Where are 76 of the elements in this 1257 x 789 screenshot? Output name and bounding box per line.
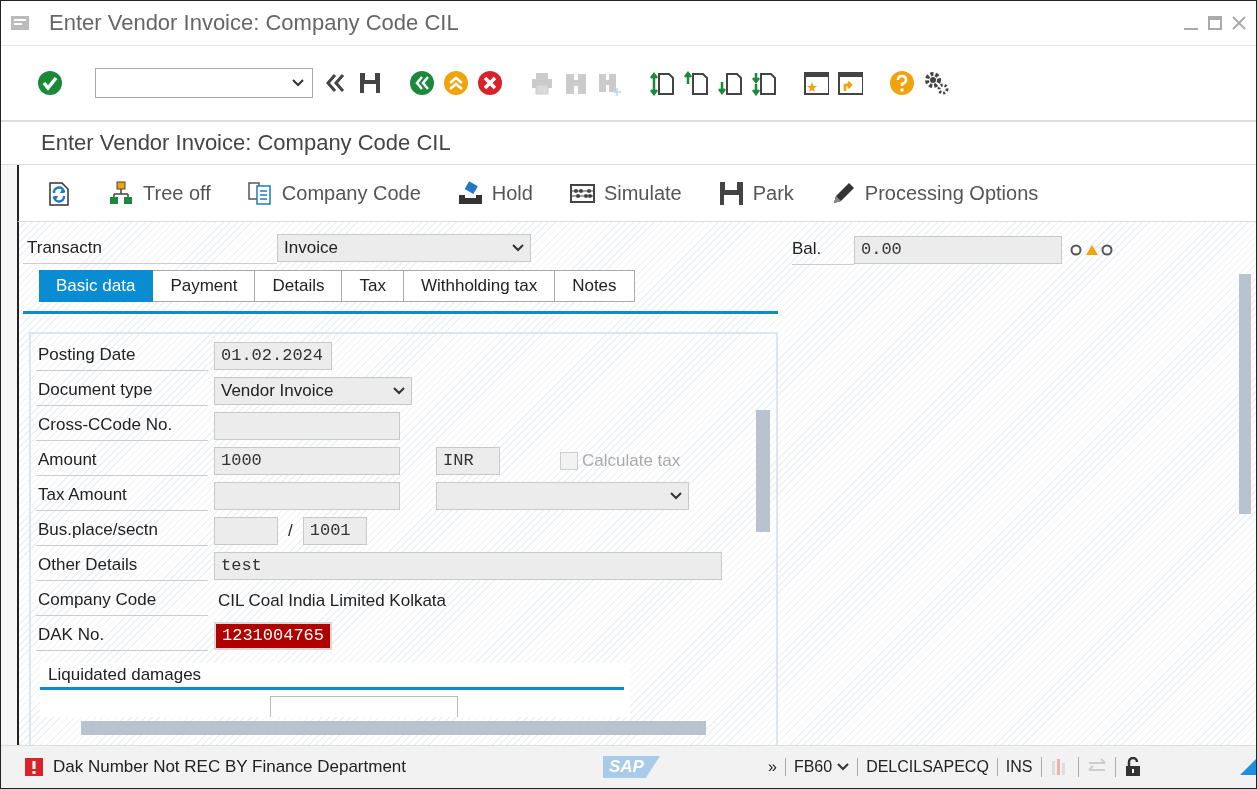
- settings-icon[interactable]: [923, 70, 949, 96]
- input-field[interactable]: INR: [436, 446, 500, 475]
- field-label: Transactn: [23, 232, 277, 264]
- input-field[interactable]: 01.02.2024: [214, 341, 332, 370]
- caret-icon: [670, 491, 682, 500]
- dropdown[interactable]: [436, 481, 689, 510]
- tab[interactable]: Payment: [153, 270, 256, 302]
- shortcut-icon[interactable]: [837, 70, 863, 96]
- tab[interactable]: Tax: [342, 270, 404, 302]
- input-field[interactable]: [214, 411, 400, 440]
- traffic-light-icon: [1070, 242, 1114, 257]
- caret-icon: [292, 79, 304, 87]
- section-title: Liquidated damages: [40, 663, 624, 690]
- separator-text: /: [287, 520, 294, 541]
- error-icon: [25, 758, 43, 776]
- field-label: Posting Date: [36, 340, 208, 371]
- enter-icon[interactable]: [37, 70, 63, 96]
- status-message: Dak Number Not REC BY Finance Department: [53, 757, 408, 777]
- resize-grip-icon[interactable]: [1240, 759, 1256, 775]
- dropdown[interactable]: Vendor Invoice: [214, 376, 412, 405]
- status-text: INS: [996, 758, 1041, 776]
- document-list-icon: [246, 179, 274, 207]
- error-field[interactable]: 1231004765: [214, 621, 332, 650]
- input-field[interactable]: 1001: [302, 516, 367, 545]
- help-icon[interactable]: [889, 70, 915, 96]
- field-label: Cross-CCode No.: [36, 410, 208, 441]
- next-page-icon[interactable]: [717, 70, 743, 96]
- balance-field: 0.00: [854, 235, 1062, 264]
- transaction-code-dropdown[interactable]: FB60: [784, 758, 858, 776]
- input-field[interactable]: 1000: [214, 446, 400, 475]
- tab[interactable]: Basic data: [39, 270, 154, 302]
- simulate-button[interactable]: Simulate: [566, 177, 684, 209]
- field-label: Amount: [36, 445, 208, 476]
- hierarchy-icon: [108, 179, 135, 207]
- checkbox-label: Calculate tax: [582, 450, 681, 471]
- first-page-icon[interactable]: [649, 70, 675, 96]
- expand-text[interactable]: »: [759, 758, 785, 776]
- field-label: Company Code: [36, 585, 208, 616]
- caret-icon: [837, 763, 850, 771]
- close-icon[interactable]: [1232, 16, 1246, 30]
- field-label: Other Details: [36, 550, 208, 581]
- transaction-dropdown[interactable]: Invoice: [277, 234, 531, 262]
- field-label: DAK No.: [36, 620, 208, 651]
- window-icon: [11, 16, 29, 30]
- exit-icon[interactable]: [443, 70, 469, 96]
- new-window-icon[interactable]: [803, 70, 829, 96]
- field-label: Bus.place/sectn: [36, 515, 208, 546]
- save-icon[interactable]: [357, 70, 383, 96]
- back-icon[interactable]: [409, 70, 435, 96]
- logo: SAP: [603, 756, 660, 778]
- field-label: Document type: [36, 375, 208, 406]
- input-field[interactable]: test: [214, 551, 722, 580]
- command-field[interactable]: [95, 68, 313, 98]
- hold-button[interactable]: Hold: [454, 177, 535, 209]
- maximize-icon[interactable]: [1208, 16, 1222, 30]
- edit-button[interactable]: Processing Options: [827, 177, 1041, 209]
- tree-button[interactable]: Tree off: [106, 177, 213, 209]
- save-button[interactable]: Park: [715, 177, 796, 209]
- last-page-icon[interactable]: [751, 70, 777, 96]
- field-label: Tax Amount: [36, 480, 208, 511]
- cancel-icon[interactable]: [477, 70, 503, 96]
- input-field[interactable]: [214, 481, 400, 510]
- value-text: CIL Coal India Limited Kolkata: [217, 590, 447, 611]
- previous-page-icon[interactable]: [683, 70, 709, 96]
- caret-icon: [512, 244, 524, 252]
- status-text: DELCILSAPECQ: [857, 758, 997, 776]
- tray-icon: [456, 179, 484, 207]
- tab[interactable]: Details: [255, 270, 343, 302]
- tab[interactable]: Withholding tax: [403, 270, 556, 302]
- caret-icon: [393, 386, 405, 395]
- tab[interactable]: Notes: [555, 270, 635, 302]
- window-title: Enter Vendor Invoice: Company Code CIL: [49, 10, 460, 36]
- company-button[interactable]: Company Code: [244, 177, 423, 209]
- screen-title: Enter Vendor Invoice: Company Code CIL: [41, 130, 451, 156]
- input-field[interactable]: [270, 696, 458, 717]
- input-field[interactable]: [214, 516, 278, 545]
